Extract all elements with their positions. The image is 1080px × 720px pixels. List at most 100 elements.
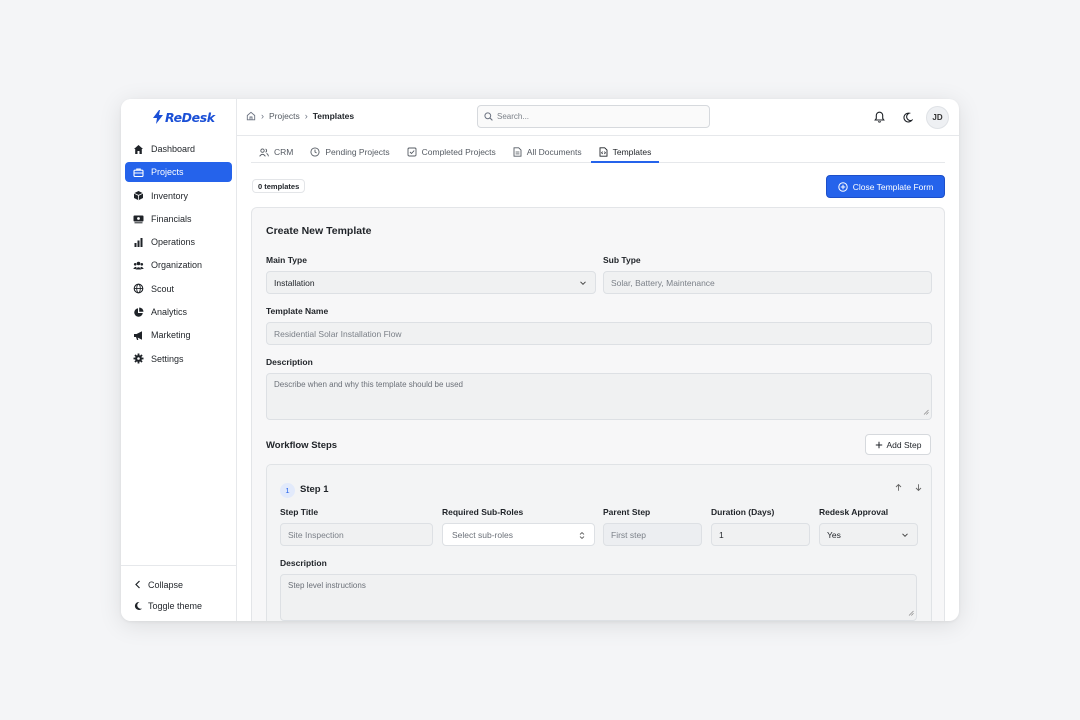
- step-description-label: Description: [280, 558, 327, 568]
- tab-pending-projects[interactable]: Pending Projects: [302, 142, 397, 162]
- tab-label: Templates: [612, 146, 652, 157]
- resize-handle-icon[interactable]: [908, 609, 914, 618]
- close-template-form-label: Close Template Form: [852, 181, 934, 192]
- file-code-icon: [599, 146, 608, 157]
- sidebar-item-projects[interactable]: Projects: [125, 162, 232, 183]
- redesk-approval-label: Redesk Approval: [819, 507, 889, 517]
- parent-step-input: First step: [603, 523, 702, 546]
- step-description-textarea[interactable]: Step level instructions: [280, 574, 917, 621]
- theme-toggle-button[interactable]: [898, 105, 916, 129]
- sub-type-label: Sub Type: [603, 255, 641, 265]
- sidebar-item-dashboard[interactable]: Dashboard: [125, 139, 232, 159]
- sidebar-item-label: Projects: [151, 167, 184, 178]
- step-title-label: Step Title: [280, 507, 319, 517]
- app-window: ReDesk Dashboard Projects Inventory Fina…: [121, 99, 959, 621]
- duration-label: Duration (Days): [711, 507, 775, 517]
- users-icon: [259, 147, 269, 157]
- chevron-down-icon: [901, 531, 909, 539]
- collapse-button[interactable]: Collapse: [121, 574, 237, 595]
- bell-icon: [873, 111, 885, 123]
- sidebar-item-financials[interactable]: Financials: [125, 209, 232, 229]
- sub-type-placeholder: Solar, Battery, Maintenance: [611, 277, 715, 288]
- banknote-icon: [133, 213, 144, 224]
- template-name-placeholder: Residential Solar Installation Flow: [274, 328, 402, 339]
- arrow-down-icon[interactable]: [914, 483, 923, 492]
- tab-label: Pending Projects: [325, 147, 390, 157]
- workflow-steps-title: Workflow Steps: [266, 440, 338, 451]
- description-placeholder: Describe when and why this template shou…: [274, 380, 463, 389]
- sub-type-input[interactable]: Solar, Battery, Maintenance: [603, 271, 932, 294]
- resize-handle-icon[interactable]: [923, 408, 929, 417]
- description-textarea[interactable]: Describe when and why this template shou…: [266, 373, 932, 420]
- sidebar-item-label: Organization: [151, 260, 203, 271]
- form-title: Create New Template: [266, 225, 372, 237]
- sidebar-footer: Collapse Toggle theme: [121, 565, 237, 616]
- sidebar-item-analytics[interactable]: Analytics: [125, 302, 232, 322]
- sidebar-item-inventory[interactable]: Inventory: [125, 186, 232, 206]
- sidebar-item-settings[interactable]: Settings: [125, 349, 232, 369]
- logo[interactable]: ReDesk: [153, 108, 215, 126]
- home-icon[interactable]: [246, 111, 256, 121]
- tab-templates[interactable]: Templates: [590, 142, 660, 163]
- sidebar-item-label: Financials: [151, 213, 192, 224]
- create-template-form: Create New Template Main Type Installati…: [251, 207, 945, 621]
- add-step-label: Add Step: [886, 439, 922, 450]
- plus-icon: [875, 441, 883, 449]
- sidebar-item-label: Marketing: [151, 330, 191, 341]
- file-text-icon: [513, 147, 522, 157]
- sidebar-item-operations[interactable]: Operations: [125, 232, 232, 252]
- search-input[interactable]: Search...: [477, 105, 710, 128]
- sidebar-item-scout[interactable]: Scout: [125, 279, 232, 299]
- sub-roles-placeholder: Select sub-roles: [452, 529, 513, 540]
- bolt-icon: [153, 110, 163, 124]
- breadcrumb-current: Templates: [312, 111, 355, 121]
- sub-roles-select[interactable]: Select sub-roles: [442, 523, 595, 546]
- template-name-input[interactable]: Residential Solar Installation Flow: [266, 322, 932, 345]
- step-reorder-controls: [894, 483, 923, 492]
- sidebar-item-marketing[interactable]: Marketing: [125, 325, 232, 345]
- notifications-button[interactable]: [870, 105, 888, 129]
- sidebar-item-label: Operations: [151, 237, 196, 248]
- box-icon: [133, 190, 144, 201]
- users-icon: [133, 260, 144, 271]
- main-type-select[interactable]: Installation: [266, 271, 596, 294]
- arrow-up-icon[interactable]: [894, 483, 903, 492]
- project-tabs: CRM Pending Projects Completed Projects …: [251, 142, 945, 163]
- step-number-badge: 1: [280, 483, 295, 498]
- redesk-approval-select[interactable]: Yes: [819, 523, 918, 546]
- chevron-updown-icon: [578, 531, 586, 540]
- avatar[interactable]: JD: [926, 105, 949, 129]
- tab-crm[interactable]: CRM: [251, 142, 301, 162]
- briefcase-icon: [133, 167, 144, 178]
- chevron-left-icon: [133, 580, 143, 590]
- duration-input[interactable]: 1: [711, 523, 810, 546]
- main-type-value: Installation: [274, 277, 315, 288]
- search-icon: [484, 112, 493, 121]
- add-step-button[interactable]: Add Step: [865, 434, 931, 455]
- home-icon: [133, 144, 144, 155]
- tab-label: Completed Projects: [421, 147, 496, 157]
- sidebar-item-label: Scout: [151, 283, 175, 294]
- chevron-right-icon: ›: [304, 111, 308, 121]
- chevron-down-icon: [579, 279, 587, 287]
- megaphone-icon: [133, 330, 144, 341]
- bar-chart-icon: [133, 237, 144, 248]
- plus-circle-icon: [837, 181, 848, 192]
- check-square-icon: [407, 147, 417, 157]
- tab-all-documents[interactable]: All Documents: [505, 142, 590, 162]
- header-actions: JD: [870, 105, 949, 129]
- breadcrumb-projects[interactable]: Projects: [269, 111, 300, 121]
- step-title-heading: Step 1: [300, 484, 329, 495]
- search-placeholder: Search...: [497, 112, 530, 121]
- tab-completed-projects[interactable]: Completed Projects: [399, 142, 504, 162]
- close-template-form-button[interactable]: Close Template Form: [826, 175, 945, 198]
- pie-chart-icon: [133, 307, 144, 318]
- sidebar-item-label: Settings: [151, 353, 184, 364]
- toggle-theme-button[interactable]: Toggle theme: [121, 595, 237, 616]
- sidebar-item-label: Analytics: [151, 307, 188, 318]
- sidebar-item-organization[interactable]: Organization: [125, 255, 232, 275]
- step-title-input[interactable]: Site Inspection: [280, 523, 433, 546]
- moon-icon: [903, 112, 913, 122]
- duration-value: 1: [719, 529, 724, 540]
- chevron-right-icon: ›: [261, 111, 264, 121]
